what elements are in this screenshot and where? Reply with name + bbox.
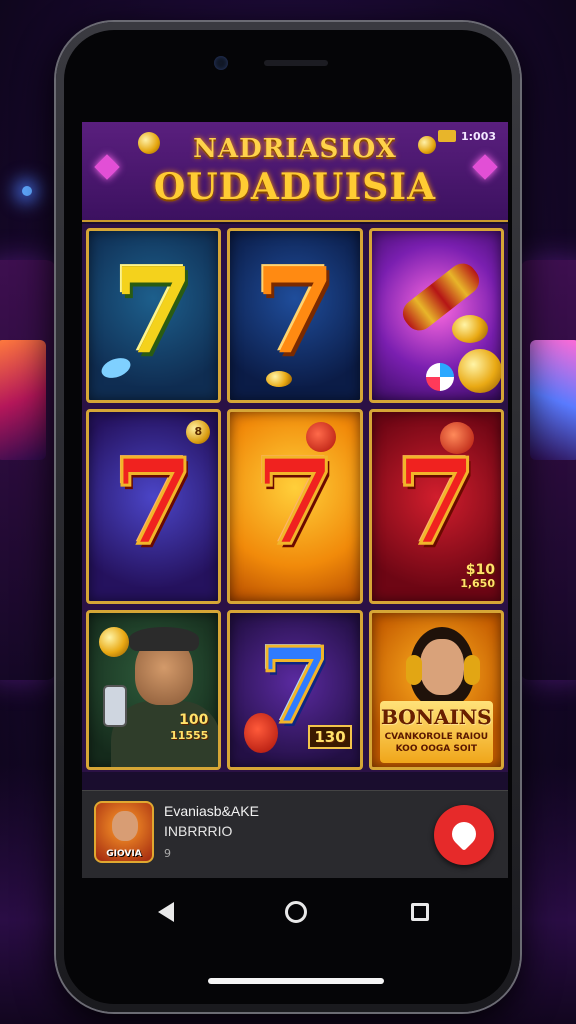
smartphone-icon [103, 685, 127, 727]
coin-icon [457, 349, 501, 393]
app-screen: 1:003 NADRIASIOX OUDADUISIA 7 7 8 7 7 7 … [82, 122, 508, 878]
app-subtitle: INBRRRIO [164, 823, 233, 839]
app-meta: 9 [164, 847, 171, 860]
player-stat-line2: 11555 [170, 729, 209, 742]
tile-value: 130 [308, 725, 352, 749]
prize-line2: 1,650 [460, 577, 495, 590]
neon-light [22, 186, 32, 196]
earpiece-speaker [264, 60, 328, 66]
dynamite-icon [244, 713, 279, 753]
arcade-screen-right [530, 340, 576, 460]
avatar [112, 811, 138, 841]
arcade-machine-right [520, 260, 576, 680]
phone-bezel: 1:003 NADRIASIOX OUDADUISIA 7 7 8 7 7 7 … [64, 30, 512, 1004]
game-tile-red-seven-badge[interactable]: 8 7 [86, 409, 222, 604]
home-button[interactable] [276, 892, 316, 932]
cap-icon [129, 627, 199, 651]
recents-button[interactable] [400, 892, 440, 932]
casino-chip-icon [425, 363, 454, 391]
headphones-icon [405, 655, 422, 685]
app-icon[interactable]: GIOVIA [94, 801, 154, 863]
bonus-title: BONAINS [381, 705, 492, 729]
prize-amount: $10 1,650 [460, 563, 495, 591]
home-indicator[interactable] [208, 978, 384, 984]
person-face [419, 639, 464, 695]
seven-symbol: 7 [112, 240, 195, 380]
game-title-line2: OUDADUISIA [153, 166, 437, 208]
chat-button[interactable] [434, 805, 494, 865]
app-name: Evaniasb&AKE [164, 803, 259, 819]
coin-icon [451, 315, 488, 343]
player-stats: 100 11555 [170, 713, 208, 743]
arcade-screen-left [0, 340, 46, 460]
game-tile-blue-seven[interactable]: 7 130 [227, 610, 363, 770]
seven-symbol: 7 [252, 431, 337, 571]
app-icon-label: GIOVIA [106, 849, 142, 859]
game-tile-bonus[interactable]: BONAINS CVANKOROLE RAIOU KOO OOGA SOIT [368, 610, 504, 770]
prize-line1: $10 [465, 562, 495, 578]
seven-symbol: 7 [253, 240, 337, 380]
game-tile-red-seven-gold[interactable]: 7 [227, 409, 363, 604]
seven-symbol: 7 [111, 431, 196, 571]
app-promo-bar[interactable]: GIOVIA Evaniasb&AKE INBRRRIO 9 [82, 790, 508, 878]
seven-symbol: 7 [394, 431, 479, 571]
back-triangle-icon [158, 902, 174, 922]
arcade-machine-left [0, 260, 56, 680]
phone-device: 1:003 NADRIASIOX OUDADUISIA 7 7 8 7 7 7 … [56, 22, 520, 1012]
player-stat-line1: 100 [179, 712, 209, 728]
coin-icon [266, 371, 293, 387]
game-tile-player[interactable]: 100 11555 [86, 610, 222, 770]
front-camera-icon [214, 56, 228, 70]
chat-bubble-icon [447, 817, 481, 851]
system-navigation-bar [64, 882, 512, 942]
coin-icon [99, 627, 129, 657]
game-header: 1:003 NADRIASIOX OUDADUISIA [82, 122, 508, 222]
bonus-sub-line1: CVANKOROLE RAIOU [384, 732, 489, 742]
bonus-subtitle: CVANKOROLE RAIOU KOO OOGA SOIT [378, 731, 495, 755]
game-tile-orange-seven[interactable]: 7 [227, 228, 363, 403]
game-title-line1: NADRIASIOX [193, 134, 397, 164]
back-button[interactable] [146, 892, 186, 932]
slot-game-grid: 7 7 8 7 7 7 $10 1,650 100 11555 7 130 BO… [82, 224, 508, 772]
headphones-icon [463, 655, 480, 685]
game-tile-red-seven-prize[interactable]: 7 $10 1,650 [368, 409, 504, 604]
bonus-sub-line2: KOO OOGA SOIT [395, 744, 478, 754]
game-tile-yellow-seven[interactable]: 7 [86, 228, 222, 403]
game-tile-coins[interactable] [368, 228, 504, 403]
recents-square-icon [411, 903, 429, 921]
home-circle-icon [285, 901, 307, 923]
